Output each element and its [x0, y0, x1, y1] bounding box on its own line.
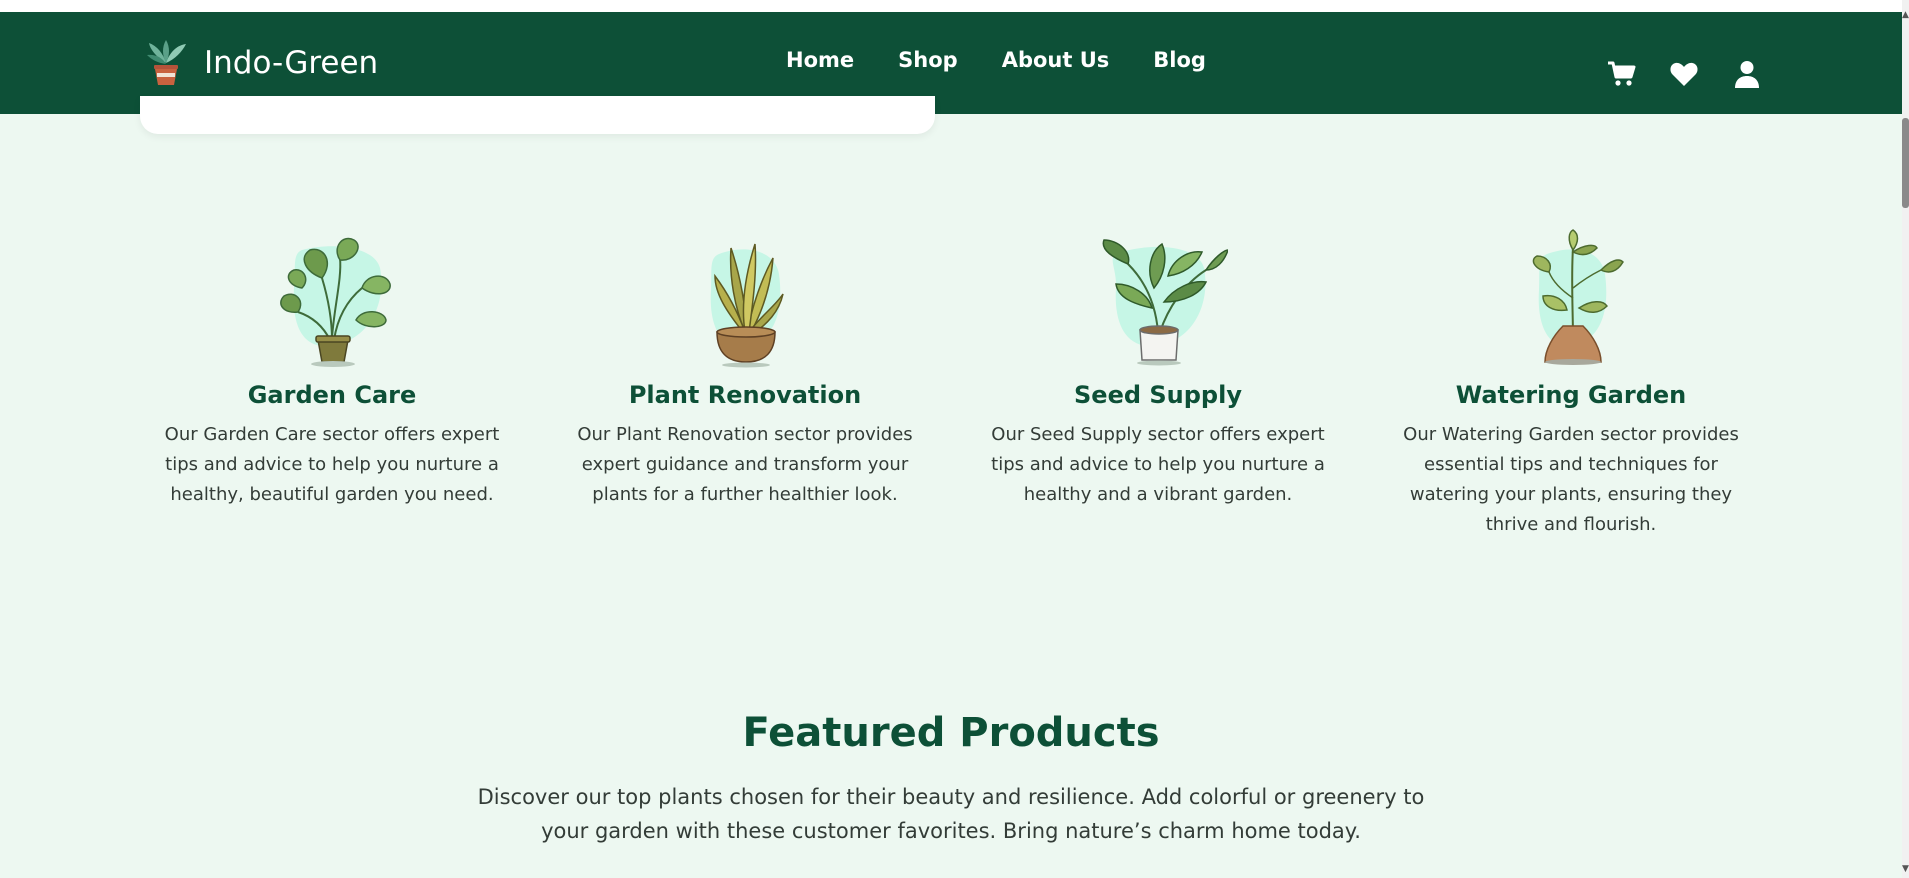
snake-plant-icon — [675, 228, 815, 368]
main-nav: Home Shop About Us Blog — [786, 48, 1206, 72]
sapling-clay-pot-icon — [1501, 228, 1641, 368]
services-section: Garden Care Our Garden Care sector offer… — [127, 228, 1777, 548]
leafy-plant-white-pot-icon — [1088, 228, 1228, 368]
service-card-garden-care: Garden Care Our Garden Care sector offer… — [127, 228, 537, 510]
service-description: Our Garden Care sector offers expert tip… — [164, 424, 500, 505]
featured-products-title: Featured Products — [742, 710, 1160, 756]
service-description: Our Watering Garden sector provides esse… — [1403, 424, 1739, 535]
service-card-plant-renovation: Plant Renovation Our Plant Renovation se… — [540, 228, 950, 510]
page-scrollbar[interactable]: ▲ ▼ — [1902, 0, 1909, 878]
scrollbar-thumb[interactable] — [1902, 118, 1909, 208]
scroll-up-arrow-icon[interactable]: ▲ — [1902, 8, 1909, 22]
nav-shop[interactable]: Shop — [898, 48, 958, 72]
featured-products-description: Discover our top plants chosen for their… — [477, 785, 1425, 843]
brand-name: Indo-Green — [204, 45, 379, 81]
nav-icon-group — [1606, 59, 1762, 89]
nav-home[interactable]: Home — [786, 48, 854, 72]
service-card-seed-supply: Seed Supply Our Seed Supply sector offer… — [953, 228, 1363, 510]
cart-icon[interactable] — [1606, 59, 1636, 89]
service-title: Garden Care — [247, 381, 417, 409]
scroll-down-arrow-icon[interactable]: ▼ — [1902, 862, 1909, 876]
service-title: Watering Garden — [1455, 381, 1687, 409]
monstera-plant-icon — [262, 228, 402, 368]
brand[interactable]: Indo-Green — [140, 36, 378, 90]
browser-top-strip — [0, 0, 1909, 12]
nav-about-us[interactable]: About Us — [1002, 48, 1110, 72]
hero-card-bottom-edge — [140, 96, 935, 134]
service-description: Our Plant Renovation sector provides exp… — [577, 424, 913, 505]
heart-icon[interactable] — [1669, 59, 1699, 89]
service-title: Plant Renovation — [628, 381, 862, 409]
service-description: Our Seed Supply sector offers expert tip… — [991, 424, 1325, 505]
service-card-watering-garden: Watering Garden Our Watering Garden sect… — [1366, 228, 1776, 540]
nav-blog[interactable]: Blog — [1153, 48, 1206, 72]
potted-plant-logo-icon — [140, 37, 192, 89]
service-title: Seed Supply — [1074, 381, 1242, 409]
user-icon[interactable] — [1732, 59, 1762, 89]
